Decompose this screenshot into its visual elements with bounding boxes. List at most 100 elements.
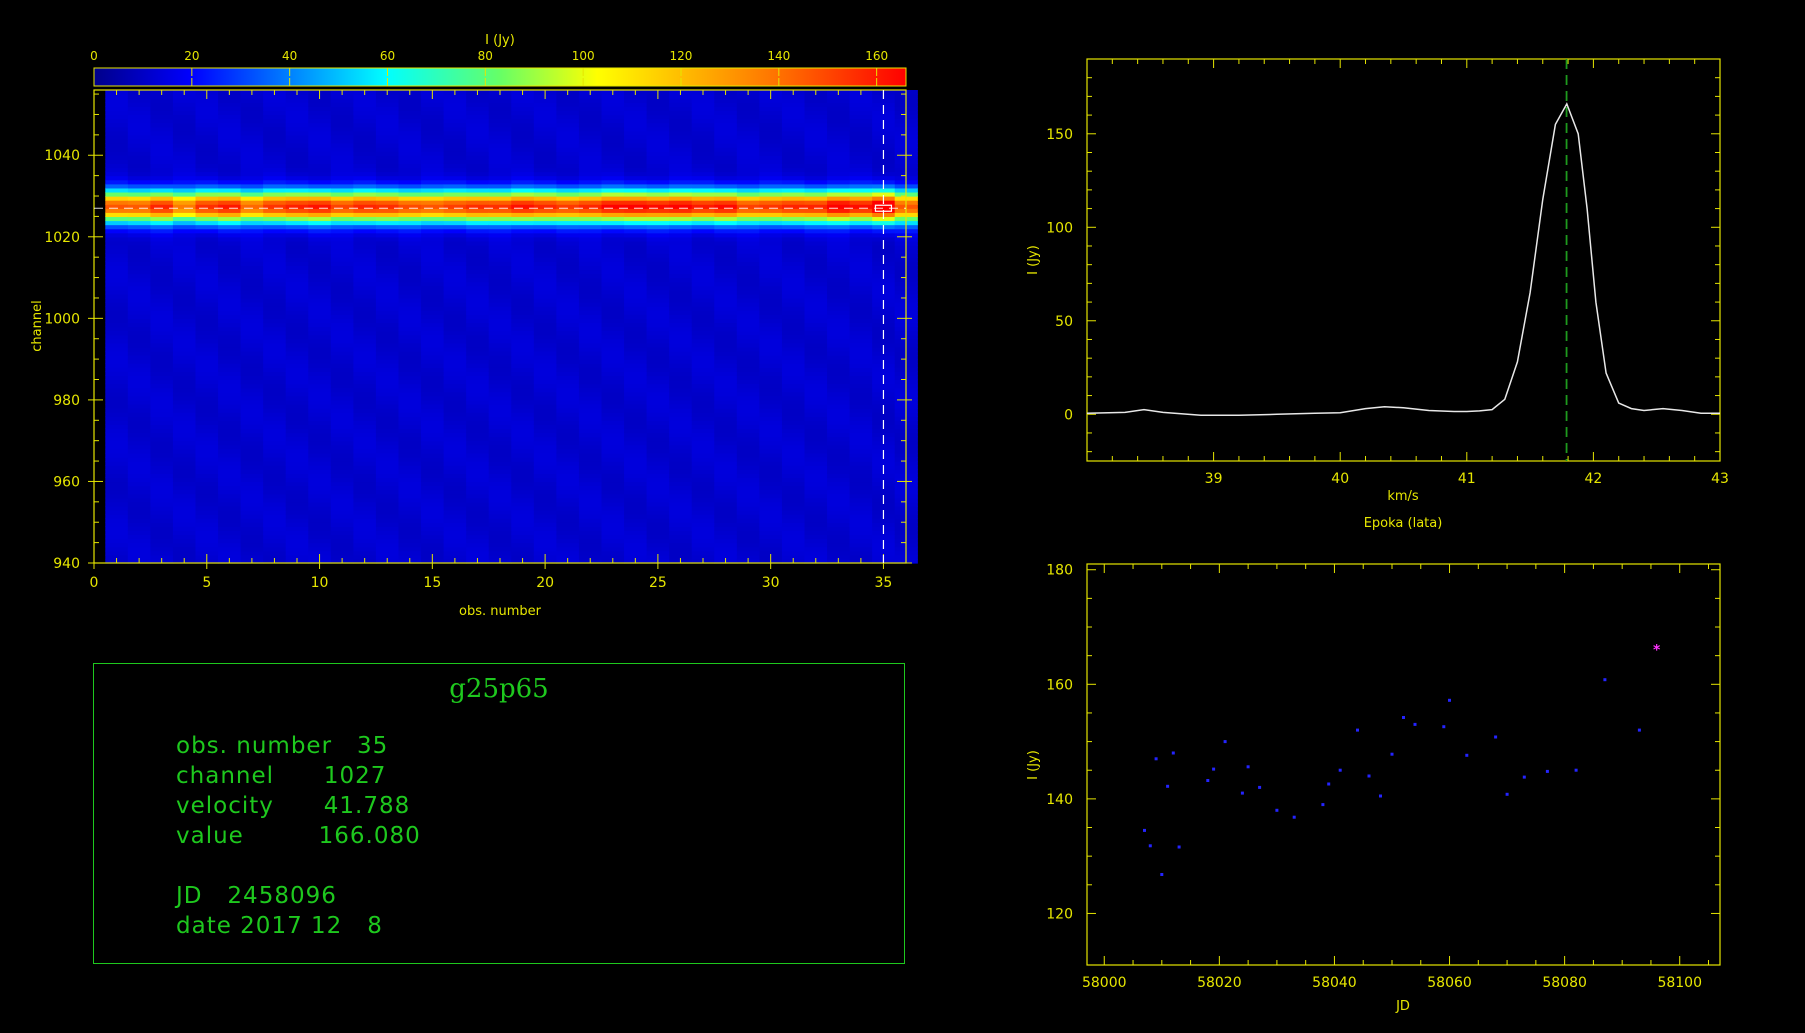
heatmap-cell: [105, 228, 129, 234]
heatmap-cell: [375, 461, 400, 466]
heatmap-cell: [669, 436, 693, 442]
heatmap-cell: [759, 159, 783, 164]
heatmap-cell: [578, 461, 603, 466]
lightcurve-axes: 58000 58020 58040 58060 58080 581001201401601…: [1046, 563, 1720, 991]
heatmap-cell: [781, 346, 806, 352]
heatmap-cell: [714, 151, 738, 156]
heatmap-cell: [240, 505, 264, 511]
heatmap-cell: [218, 106, 242, 111]
heatmap-cell: [669, 420, 693, 425]
heatmap-cell: [263, 432, 287, 438]
heatmap-cell: [172, 240, 197, 246]
heatmap-cell: [398, 493, 422, 499]
heatmap-cell: [375, 310, 400, 315]
heatmap-cell: [759, 387, 783, 393]
heatmap-cell: [691, 367, 715, 372]
heatmap-cell: [195, 456, 219, 462]
heatmap-cell: [195, 497, 219, 503]
heatmap-cell: [714, 465, 738, 470]
heatmap-cell: [330, 403, 354, 409]
heatmap-cell: [849, 408, 873, 413]
heatmap-cell: [556, 489, 580, 495]
heatmap-cell: [375, 509, 400, 515]
lightcurve-point: [1143, 828, 1146, 832]
heatmap-cell: [511, 196, 535, 201]
heatmap-cell: [353, 420, 377, 425]
heatmap-cell: [533, 420, 557, 425]
heatmap-cell: [511, 355, 535, 360]
heatmap-cell: [556, 509, 580, 515]
waterfall-plot[interactable]: 0 5 10 15 20 25 30 35940960980100010201040 obs.…: [30, 89, 918, 619]
heatmap-cell: [556, 228, 580, 234]
heatmap-cell: [849, 326, 873, 332]
heatmap-cell: [624, 485, 648, 491]
heatmap-cell: [421, 481, 445, 487]
heatmap-cell: [533, 452, 557, 458]
heatmap-cell: [105, 505, 129, 511]
heatmap-cell: [736, 253, 760, 258]
heatmap-cell: [691, 469, 715, 474]
heatmap-cell: [240, 98, 264, 103]
heatmap-cell: [105, 293, 129, 299]
heatmap-cell: [263, 232, 287, 238]
heatmap-cell: [218, 183, 242, 189]
heatmap-cell: [488, 408, 512, 413]
lightcurve-plot[interactable]: 58000 58020 58040 58060 58080 581001201401601…: [1026, 563, 1721, 1014]
heatmap-cell: [511, 509, 535, 515]
heatmap-cell: [285, 98, 309, 103]
heatmap-cell: [669, 444, 693, 450]
heatmap-cell: [849, 314, 873, 319]
heatmap-cell: [601, 228, 625, 234]
heatmap-cell: [781, 408, 806, 413]
heatmap-cell: [781, 416, 806, 421]
heatmap-cell: [578, 171, 603, 177]
heatmap-cell: [691, 481, 715, 487]
heatmap-cell: [330, 395, 354, 401]
heatmap-cell: [736, 350, 760, 356]
heatmap-cell: [781, 326, 806, 332]
heatmap-cell: [624, 530, 648, 536]
heatmap-cell: [669, 522, 693, 527]
heatmap-cell: [330, 163, 354, 169]
heatmap-cell: [714, 391, 738, 397]
waterfall-heatmap[interactable]: [105, 90, 918, 564]
heatmap-cell: [263, 191, 287, 197]
heatmap-cell: [240, 330, 264, 336]
heatmap-cell: [195, 281, 219, 287]
heatmap-cell: [353, 261, 377, 266]
heatmap-cell: [421, 224, 445, 230]
heatmap-cell: [330, 122, 354, 128]
heatmap-cell: [827, 289, 851, 295]
spectrum-plot[interactable]: 39 40 41 42 43050100150 km/s Epoka (lata) I …: [1026, 58, 1729, 531]
heatmap-cell: [443, 387, 467, 393]
heatmap-cell: [466, 461, 490, 466]
heatmap-cell: [736, 440, 760, 446]
heatmap-cell: [150, 273, 174, 279]
heatmap-cell: [443, 534, 467, 540]
heatmap-cell: [398, 485, 422, 491]
heatmap-cell: [533, 253, 557, 258]
heatmap-cell: [578, 550, 603, 556]
heatmap-cell: [308, 440, 332, 446]
heatmap-cell: [105, 220, 129, 226]
heatmap-cell: [330, 501, 354, 507]
heatmap-cell: [601, 420, 625, 425]
heatmap-cell: [330, 399, 354, 405]
heatmap-cell: [533, 501, 557, 507]
heatmap-cell: [172, 465, 197, 470]
lightcurve-points[interactable]: *: [1143, 642, 1661, 876]
heatmap-cell: [466, 216, 490, 222]
heatmap-cell: [308, 253, 332, 258]
heatmap-cell: [849, 240, 873, 246]
heatmap-cell: [421, 114, 445, 120]
heatmap-cell: [421, 281, 445, 287]
heatmap-cell: [375, 147, 400, 152]
heatmap-cell: [849, 155, 873, 160]
heatmap-cell: [691, 179, 715, 185]
heatmap-cell: [578, 546, 603, 552]
heatmap-cell: [804, 122, 828, 128]
heatmap-cell: [172, 456, 197, 462]
heatmap-cell: [127, 420, 151, 425]
heatmap-cell: [804, 228, 828, 234]
heatmap-cell: [263, 118, 287, 124]
